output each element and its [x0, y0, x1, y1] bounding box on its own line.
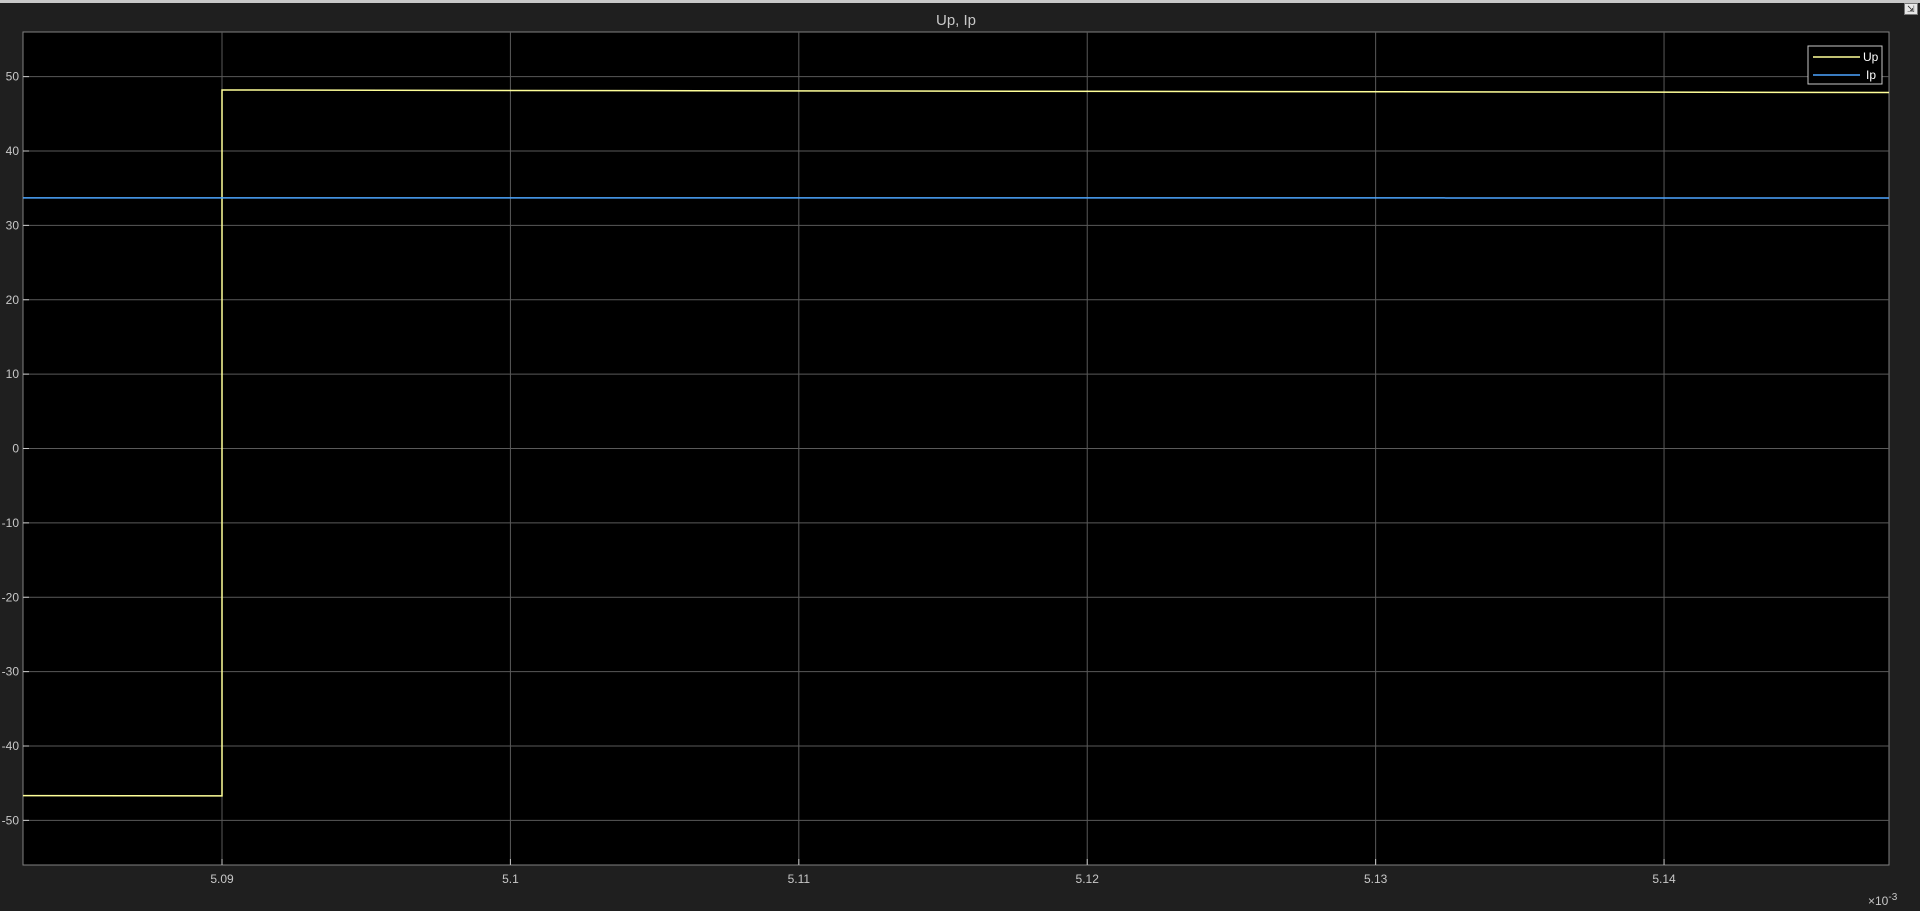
x-tick-label: 5.11 — [788, 872, 811, 886]
x-tick-label: 5.09 — [210, 872, 234, 886]
y-tick-label: 30 — [6, 218, 20, 232]
scope-window: ⇲ 5.095.15.115.125.135.14-50-40-30-20-10… — [0, 0, 1920, 908]
chart-title: Up, Ip — [936, 12, 976, 29]
y-tick-label: -30 — [2, 665, 20, 679]
legend: Up Ip — [1808, 46, 1882, 84]
x-exponent-base: ×10 — [1868, 894, 1889, 908]
y-tick-label: 40 — [6, 144, 20, 158]
x-exponent-power: -3 — [1888, 892, 1897, 903]
legend-label-up: Up — [1863, 50, 1879, 64]
y-tick-label: -40 — [2, 739, 20, 753]
y-tick-label: 10 — [6, 367, 20, 381]
x-tick-label: 5.12 — [1076, 872, 1100, 886]
x-tick-label: 5.1 — [502, 872, 519, 886]
y-tick-label: -10 — [2, 516, 20, 530]
x-exponent-label: ×10-3 — [1868, 892, 1898, 908]
x-tick-label: 5.13 — [1364, 872, 1388, 886]
y-tick-label: 0 — [12, 442, 19, 456]
y-tick-label: 50 — [6, 70, 20, 84]
legend-label-ip: Ip — [1866, 68, 1876, 82]
y-tick-label: 20 — [6, 293, 20, 307]
y-tick-label: -50 — [2, 813, 20, 827]
y-tick-label: -20 — [2, 590, 20, 604]
x-tick-label: 5.14 — [1652, 872, 1676, 886]
chart: 5.09 5.1 5.11 5.12 5.13 5.14 -50 -40 -30 -20 -10 0 1… — [0, 3, 1920, 911]
